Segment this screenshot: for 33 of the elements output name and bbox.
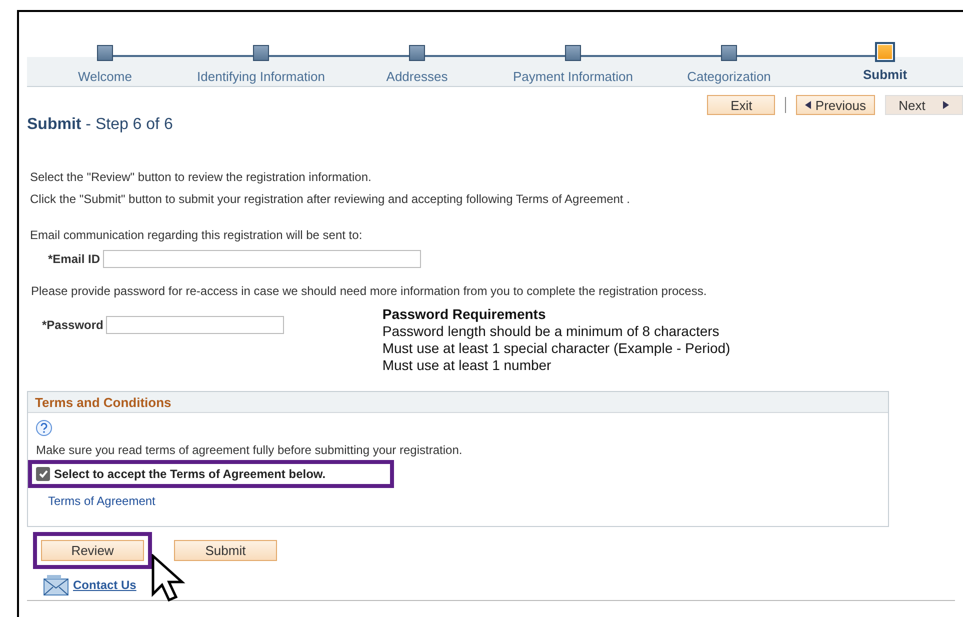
password-field[interactable] xyxy=(106,316,284,334)
password-intro-text: Please provide password for re-access in case we should need more information from you to complete the registration process. xyxy=(31,284,708,298)
requirement-text: Must use at least 1 special character (Example - Period) xyxy=(382,340,730,357)
step-label[interactable]: Categorization xyxy=(687,69,771,84)
requirements-title: Password Requirements xyxy=(382,306,547,323)
help-icon[interactable] xyxy=(36,420,52,436)
checkbox-label[interactable]: Select to accept the Terms of Agreement below. xyxy=(54,467,326,481)
email-field[interactable] xyxy=(103,250,422,268)
email-intro-text: Email communication regarding this registration will be sent to: xyxy=(30,228,364,242)
previous-button[interactable]: Previous xyxy=(796,95,875,115)
password-label: *Password xyxy=(42,318,104,332)
notice-text: Make sure you read terms of agreement fully before submitting your registration. xyxy=(36,443,462,457)
requirement-text: Must use at least 1 number xyxy=(382,357,552,374)
requirement-text: Password length should be a minimum of 8 characters xyxy=(382,323,720,340)
terms-link[interactable]: Terms of Agreement xyxy=(48,494,156,508)
exit-button[interactable]: Exit xyxy=(707,95,776,115)
email-label: *Email ID xyxy=(48,252,100,266)
page-title: Submit - Step 6 of 6 xyxy=(27,116,174,134)
step-label[interactable]: Addresses xyxy=(386,69,448,84)
left-arrow-icon xyxy=(805,101,812,109)
step-label[interactable]: Welcome xyxy=(78,69,132,84)
step-label[interactable]: Payment Information xyxy=(513,69,633,84)
step-label[interactable]: Identifying Information xyxy=(197,69,325,84)
panel-title: Terms and Conditions xyxy=(35,394,172,410)
instruction-text: Select the "Review" button to review the registration information. xyxy=(30,170,372,184)
checkbox[interactable] xyxy=(36,467,50,481)
mail-icon xyxy=(43,574,69,596)
instruction-text: Click the "Submit" button to submit your registration after reviewing and accepting following Terms of Agreement . xyxy=(30,192,631,206)
step-label[interactable]: Submit xyxy=(862,67,908,82)
action-button[interactable]: Review xyxy=(41,540,144,561)
contact-link[interactable]: Contact Us xyxy=(73,578,136,592)
right-arrow-icon xyxy=(943,101,950,109)
action-button[interactable]: Submit xyxy=(174,540,277,561)
